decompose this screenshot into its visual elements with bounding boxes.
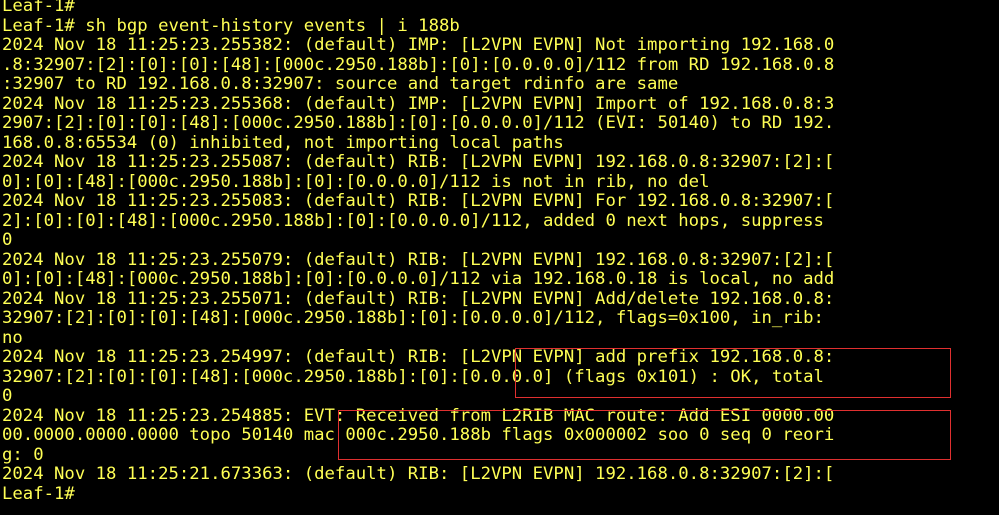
terminal-line: 168.0.8:65534 (0) inhibited, not importi… (2, 132, 564, 153)
terminal-line: 0]:[0]:[48]:[000c.2950.188b]:[0]:[0.0.0.… (2, 269, 835, 289)
terminal-line: Leaf-1# sh bgp event-history events | i … (2, 15, 460, 36)
terminal-line: 2024 Nov 18 11:25:23.255079: (default) R… (2, 249, 835, 270)
terminal-line: 0 (2, 386, 13, 406)
terminal-line: 32907:[2]:[0]:[0]:[48]:[000c.2950.188b]:… (2, 366, 824, 387)
terminal-line: 32907:[2]:[0]:[0]:[48]:[000c.2950.188b]:… (2, 308, 824, 328)
terminal-line: 0 (2, 230, 13, 250)
terminal-line: Leaf-1# (2, 0, 75, 16)
terminal-line: :32907 to RD 192.168.0.8:32907: source a… (2, 74, 679, 94)
terminal-line: 2024 Nov 18 11:25:23.254997: (default) R… (2, 347, 835, 367)
terminal-line: 2024 Nov 18 11:25:21.673363: (default) R… (2, 464, 835, 484)
terminal-line: 00.0000.0000.0000 topo 50140 mac 000c.29… (2, 425, 835, 445)
terminal-line: 2]:[0]:[0]:[48]:[000c.2950.188b]:[0]:[0.… (2, 210, 824, 231)
terminal-line: Leaf-1# (2, 483, 75, 504)
terminal-line: 2907:[2]:[0]:[0]:[48]:[000c.2950.188b]:[… (2, 113, 835, 133)
terminal-line: 2024 Nov 18 11:25:23.255083: (default) R… (2, 191, 835, 211)
terminal-line: 2024 Nov 18 11:25:23.255382: (default) I… (2, 35, 835, 55)
terminal-line: .8:32907:[2]:[0]:[0]:[48]:[000c.2950.188… (2, 54, 835, 75)
terminal-line: 2024 Nov 18 11:25:23.255071: (default) R… (2, 288, 835, 309)
terminal-line: 2024 Nov 18 11:25:23.255087: (default) R… (2, 152, 835, 172)
terminal-line: 2024 Nov 18 11:25:23.255368: (default) I… (2, 93, 835, 114)
terminal-window[interactable]: Leaf-1# Leaf-1# sh bgp event-history eve… (0, 0, 999, 515)
terminal-line: g: 0 (2, 444, 44, 465)
terminal-line: 2024 Nov 18 11:25:23.254885: EVT: Receiv… (2, 405, 835, 426)
terminal-line: no (2, 327, 23, 348)
terminal-line: 0]:[0]:[48]:[000c.2950.188b]:[0]:[0.0.0.… (2, 171, 710, 192)
